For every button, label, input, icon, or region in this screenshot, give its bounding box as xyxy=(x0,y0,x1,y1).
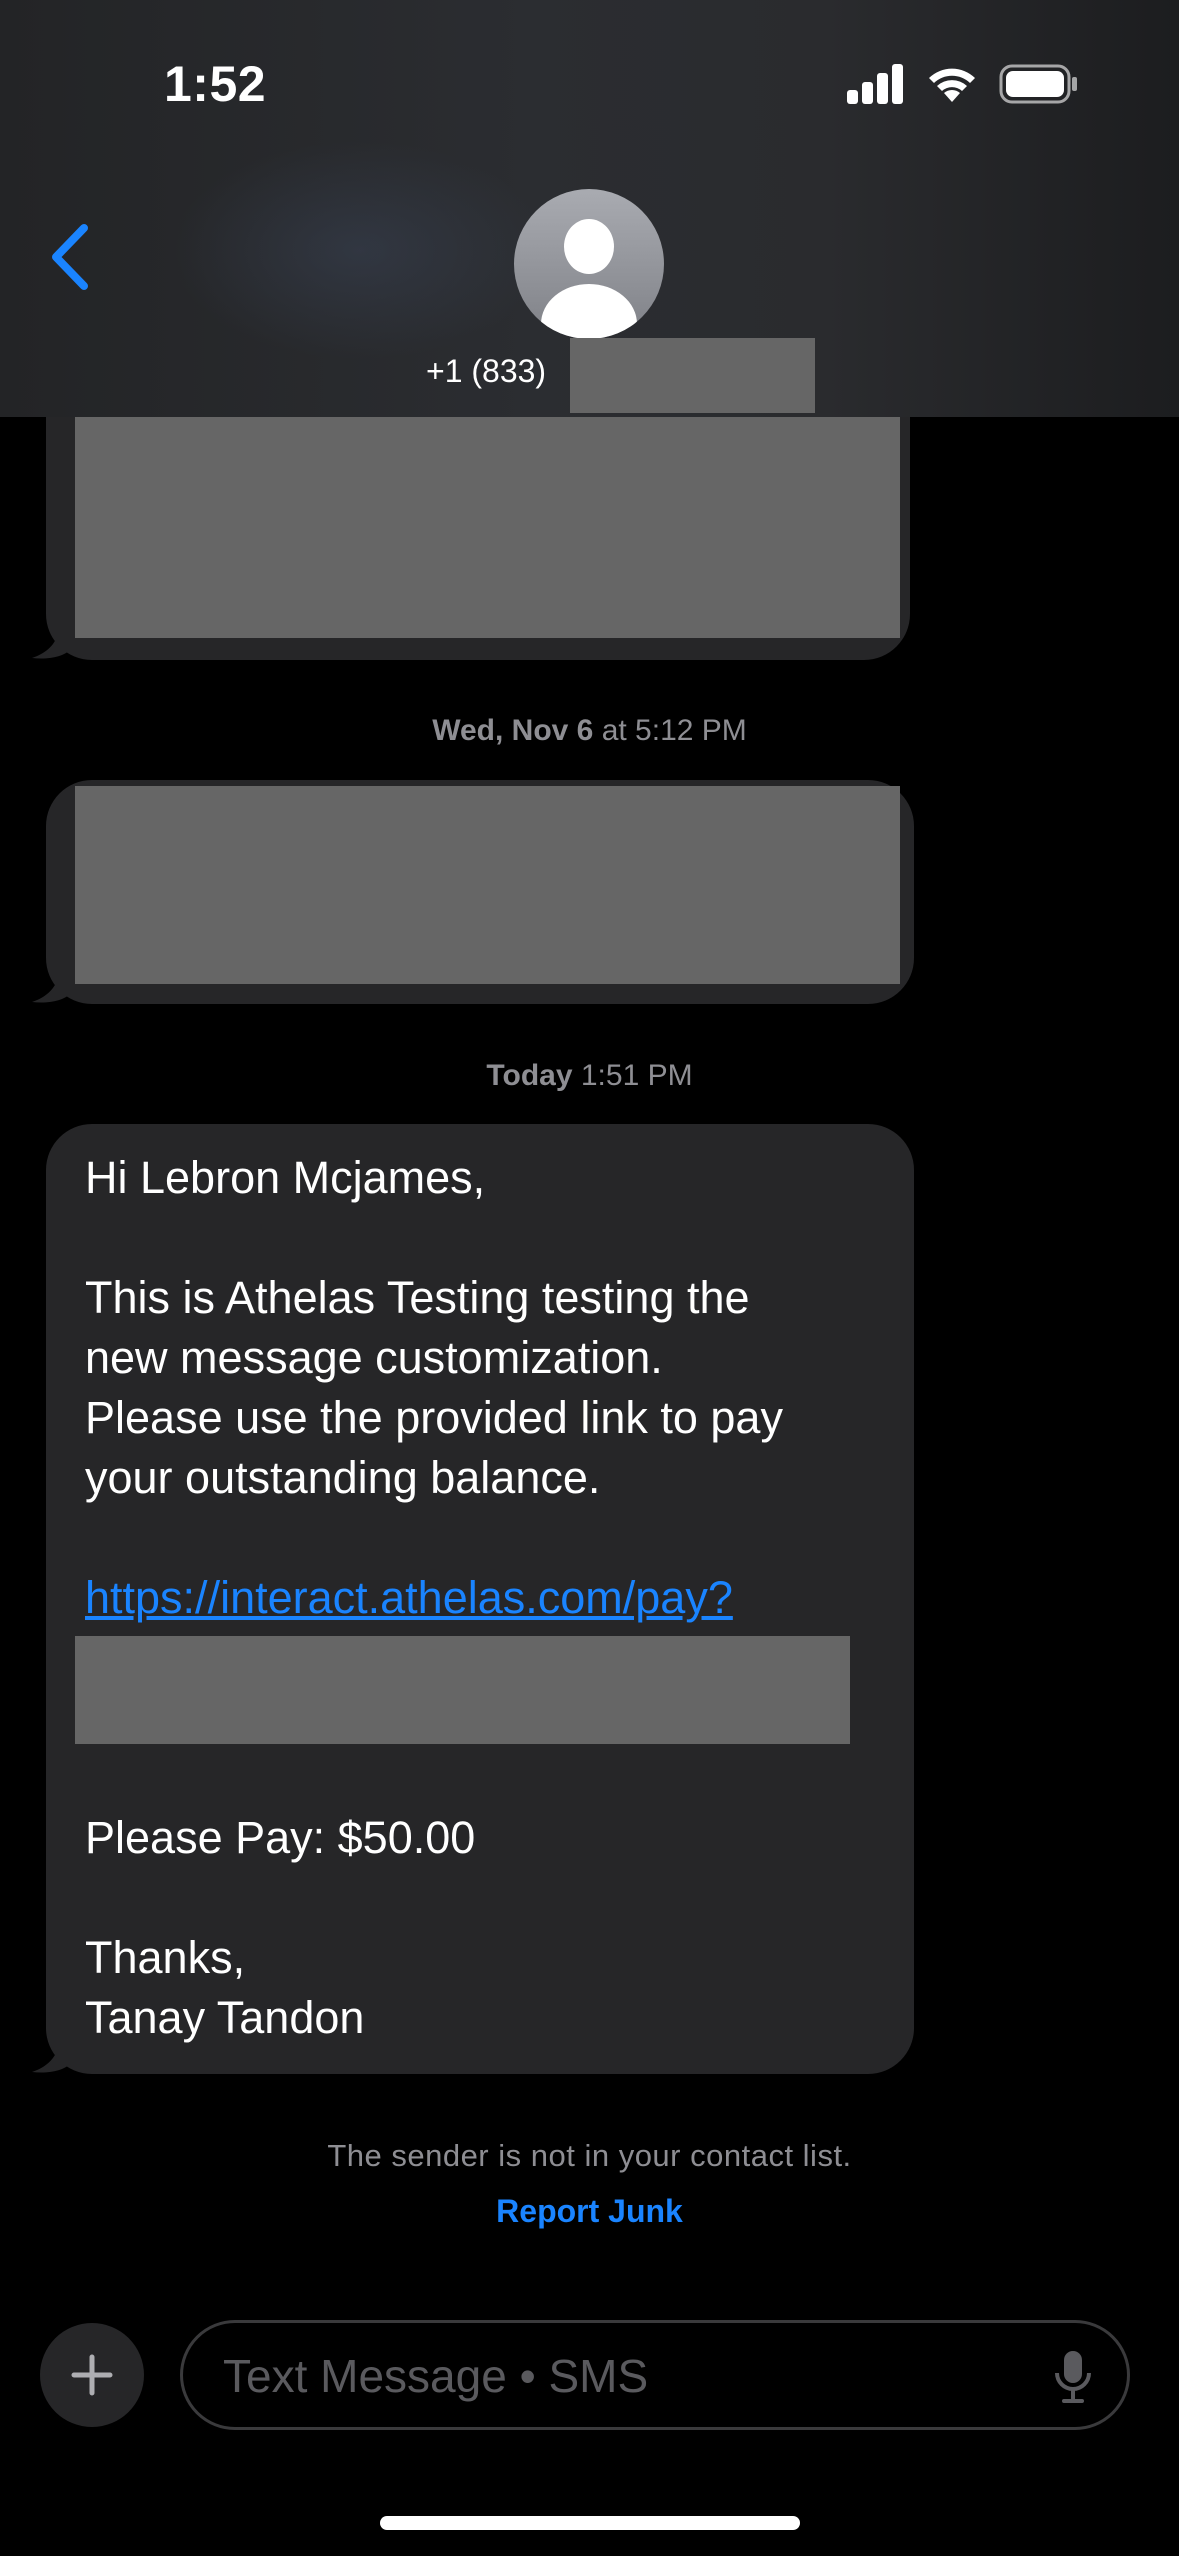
message-amount: Please Pay: $50.00 xyxy=(85,1812,476,1863)
unknown-sender-note: The sender is not in your contact list. xyxy=(327,2138,852,2173)
message-input[interactable]: Text Message • SMS xyxy=(180,2320,1130,2430)
message-greeting: Hi Lebron Mcjames, xyxy=(85,1152,486,1203)
messages-screen: Wed, Nov 6 at 5:12 PM Today 1:51 PM Hi L… xyxy=(0,0,1179,2556)
cellular-signal-icon xyxy=(847,64,905,104)
bubble-tail xyxy=(32,964,70,1003)
bubble-tail xyxy=(32,620,70,659)
report-junk-link[interactable]: Report Junk xyxy=(0,2193,1179,2230)
contact-avatar[interactable] xyxy=(514,189,664,339)
bubble-tail xyxy=(32,2034,70,2073)
person-icon xyxy=(564,219,614,274)
header-backdrop xyxy=(170,140,550,360)
plus-icon xyxy=(71,2354,113,2396)
conversation-header: 1:52 +1 (833) xyxy=(0,0,1179,417)
message-body: This is Athelas Testing testing the new … xyxy=(85,1272,783,1503)
wifi-icon xyxy=(929,68,975,102)
timestamp-1: Wed, Nov 6 at 5:12 PM xyxy=(432,714,747,747)
add-attachment-button[interactable] xyxy=(40,2323,144,2427)
payment-link[interactable]: https://interact.athelas.com/pay? xyxy=(85,1568,733,1628)
redacted-content xyxy=(75,786,900,984)
microphone-icon[interactable] xyxy=(1053,2349,1093,2405)
battery-icon xyxy=(999,64,1077,104)
redacted-content xyxy=(75,400,900,638)
home-indicator[interactable] xyxy=(380,2516,800,2530)
message-input-placeholder: Text Message • SMS xyxy=(223,2350,649,2402)
status-time: 1:52 xyxy=(164,56,267,112)
redacted-link-params xyxy=(75,1636,850,1744)
redacted-number xyxy=(570,338,815,413)
contact-number[interactable]: +1 (833) xyxy=(426,353,546,390)
back-chevron-icon[interactable] xyxy=(44,222,94,292)
message-closing: Thanks, Tanay Tandon xyxy=(85,1932,365,2043)
status-icons xyxy=(847,64,1079,104)
person-icon-body xyxy=(541,284,637,339)
timestamp-2: Today 1:51 PM xyxy=(486,1059,693,1092)
